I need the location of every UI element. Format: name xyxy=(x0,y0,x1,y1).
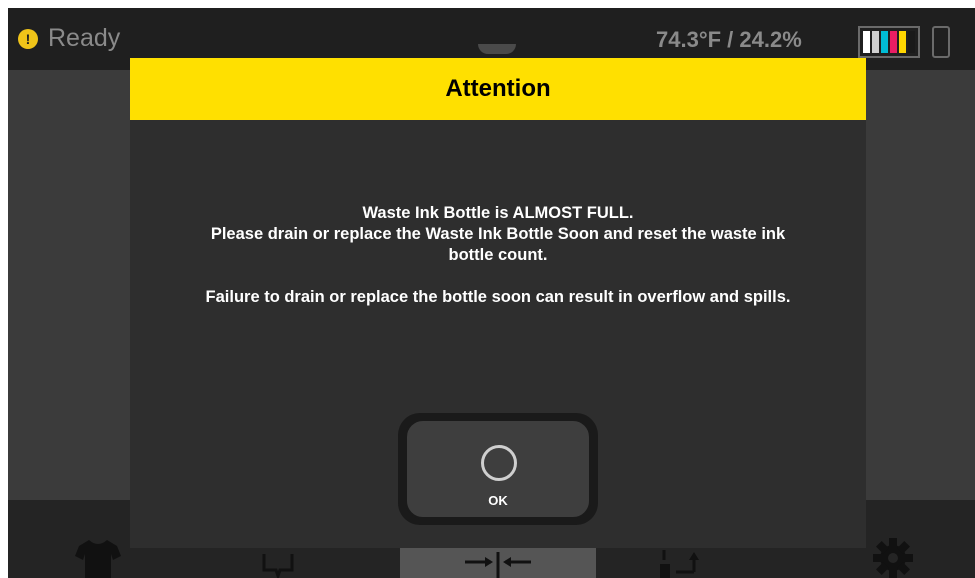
gear-icon xyxy=(873,538,913,578)
ok-label: OK xyxy=(488,493,508,508)
status-indicator[interactable]: ! Ready xyxy=(18,24,120,53)
warning-icon: ! xyxy=(18,28,38,49)
message-line-4: Failure to drain or replace the bottle s… xyxy=(205,288,791,306)
dialog-message: Waste Ink Bottle is ALMOST FULL. Please … xyxy=(130,203,866,308)
ink-level-white-1 xyxy=(863,31,870,53)
ink-level-black xyxy=(908,31,915,53)
ink-level-white-2 xyxy=(872,31,879,53)
nav-settings[interactable] xyxy=(863,500,923,578)
platen-icon xyxy=(262,554,294,578)
ink-level-magenta xyxy=(890,31,897,53)
ok-button-well: OK xyxy=(398,413,598,525)
ink-level-yellow xyxy=(899,31,906,53)
message-line-3: bottle count. xyxy=(448,246,548,264)
dialog-title: Attention xyxy=(445,75,551,102)
ink-level-cyan xyxy=(881,31,888,53)
transfer-icon xyxy=(660,550,699,578)
message-line-1: Waste Ink Bottle is ALMOST FULL. xyxy=(362,204,634,222)
waste-ink-bottle-icon[interactable] xyxy=(932,26,950,58)
tshirt-icon xyxy=(75,540,121,578)
align-icon xyxy=(465,552,531,578)
nav-print-shirt[interactable] xyxy=(68,500,128,578)
ok-button[interactable]: OK xyxy=(405,419,591,519)
status-text: Ready xyxy=(48,24,121,52)
ink-levels[interactable] xyxy=(858,26,920,58)
message-line-2: Please drain or replace the Waste Ink Bo… xyxy=(210,225,786,243)
printer-screen: ! Ready 74.3°F / 24.2% Attention Waste I… xyxy=(8,8,975,578)
pull-down-tab[interactable] xyxy=(478,44,516,54)
temperature-humidity: 74.3°F / 24.2% xyxy=(656,27,802,52)
attention-dialog: Attention Waste Ink Bottle is ALMOST FUL… xyxy=(130,58,866,548)
dialog-header: Attention xyxy=(130,58,866,120)
circle-icon xyxy=(481,445,517,481)
